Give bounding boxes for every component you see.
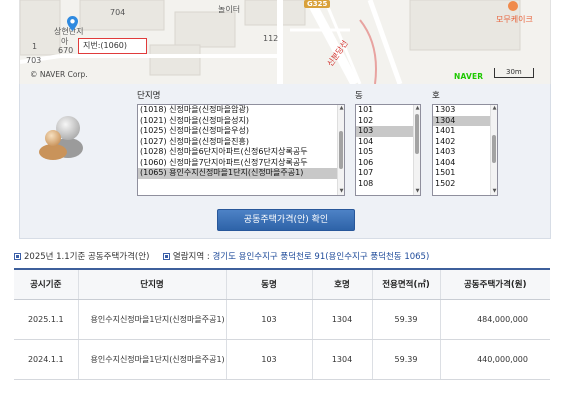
col-header-ho: 호명 — [311, 268, 372, 300]
cell-complex-name: 용인수지신정마을1단지(신정마을주공1) — [77, 299, 226, 340]
complex-select[interactable]: (1018) 신정마을(신정마을암광) (1021) 신정마을(신정마을성지) (1… — [137, 104, 345, 196]
dong-option[interactable]: 105 — [356, 147, 420, 158]
cell-price: 440,000,000 — [439, 339, 550, 380]
cell-price: 484,000,000 — [439, 299, 550, 340]
cell-ho: 1304 — [311, 299, 372, 340]
map-label: 704 — [110, 8, 126, 17]
region-label: 열람지역 : — [172, 252, 210, 262]
complex-option[interactable]: (1060) 신정마을7단지아파트(신정7단지상록공두 — [138, 158, 344, 169]
naver-logo: NAVER — [454, 72, 484, 81]
ho-option[interactable]: 1402 — [433, 137, 497, 148]
price-basis: 2025년 1.1기준 공동주택가격(안) — [24, 252, 150, 262]
dong-option[interactable]: 101 — [356, 105, 420, 116]
map-poi-label: 모무케이크 — [496, 15, 533, 24]
user-silhouette-icon — [39, 116, 83, 160]
cell-area: 59.39 — [371, 299, 440, 340]
ho-label: 호 — [432, 91, 440, 101]
ho-scrollbar[interactable]: ▲ ▼ — [490, 105, 497, 195]
ho-option[interactable]: 1304 — [433, 115, 497, 126]
scroll-down-icon[interactable]: ▼ — [414, 188, 420, 195]
scroll-thumb[interactable] — [492, 135, 496, 163]
col-header-area: 전용면적(㎡) — [371, 268, 440, 300]
cell-ho: 1304 — [311, 339, 372, 380]
square-bullet-icon — [162, 253, 170, 260]
cell-dong: 103 — [225, 299, 312, 340]
map-label: 112 — [263, 34, 279, 43]
cell-date: 2024.1.1 — [14, 339, 78, 380]
ho-option[interactable]: 1403 — [433, 147, 497, 158]
cell-dong: 103 — [225, 339, 312, 380]
complex-option[interactable]: (1025) 신정마을(신정마을우성) — [138, 126, 344, 137]
dong-option[interactable]: 107 — [356, 168, 420, 179]
square-bullet-icon — [14, 253, 21, 260]
scroll-up-icon[interactable]: ▲ — [414, 105, 420, 112]
dong-option[interactable]: 104 — [356, 137, 420, 148]
selection-panel: 단지명 동 호 (1018) 신정마을(신정마을암광) (1021) 신정마을(신… — [19, 84, 551, 239]
scroll-up-icon[interactable]: ▲ — [491, 105, 497, 112]
col-header-dong: 동명 — [225, 268, 312, 300]
ho-select[interactable]: 1303 1304 1401 1402 1403 1404 1501 1502 ▲ ▼ — [432, 104, 498, 196]
confirm-price-button[interactable]: 공동주택가격(안) 확인 — [217, 209, 355, 231]
ho-option[interactable]: 1401 — [433, 126, 497, 137]
cafe-icon — [508, 1, 518, 11]
dong-option[interactable]: 103 — [356, 126, 420, 137]
address-text: 경기도 용인수지구 풍덕천로 91(용인수지구 풍덕천동 1065) — [212, 252, 430, 262]
dong-label: 동 — [355, 91, 363, 101]
complex-option[interactable]: (1028) 신정마을6단지아파트(신정6단지상록공두 — [138, 147, 344, 158]
map-label: 703 — [26, 56, 42, 65]
ho-option[interactable]: 1303 — [433, 105, 497, 116]
parcel-tooltip: 지번:(1060) — [78, 38, 147, 54]
dong-select[interactable]: 101 102 103 104 105 106 107 108 ▲ ▼ — [355, 104, 421, 196]
dong-option[interactable]: 102 — [356, 116, 420, 127]
ho-option[interactable]: 1501 — [433, 168, 497, 179]
scroll-thumb[interactable] — [415, 114, 419, 154]
col-header-complex: 단지명 — [77, 268, 226, 300]
cell-date: 2025.1.1 — [14, 299, 78, 340]
complex-label: 단지명 — [137, 91, 161, 101]
complex-scrollbar[interactable]: ▲ ▼ — [337, 105, 344, 195]
table-row: 2024.1.1 용인수지신정마을1단지(신정마을주공1) 103 1304 5… — [14, 339, 550, 380]
dong-option[interactable]: 106 — [356, 158, 420, 169]
cell-area: 59.39 — [371, 339, 440, 380]
info-line: 2025년 1.1기준 공동주택가격(안) 열람지역 : 경기도 용인수지구 풍… — [14, 250, 429, 262]
ho-option[interactable]: 1404 — [433, 158, 497, 169]
map-copyright: © NAVER Corp. — [30, 70, 88, 79]
map-pin-icon[interactable] — [67, 16, 78, 31]
map-label: 670 — [58, 46, 74, 55]
complex-option[interactable]: (1065) 용인수지신정마을1단지(신정마을주공1) — [138, 168, 344, 179]
route-badge: G325 — [304, 0, 331, 8]
map-label: 1 — [32, 42, 38, 51]
table-header-row: 공시기준 단지명 동명 호명 전용면적(㎡) 공동주택가격(원) — [14, 268, 550, 300]
scroll-down-icon[interactable]: ▼ — [491, 188, 497, 195]
ho-option[interactable]: 1502 — [433, 179, 497, 190]
scroll-down-icon[interactable]: ▼ — [338, 188, 344, 195]
complex-option[interactable]: (1018) 신정마을(신정마을암광) — [138, 105, 344, 116]
cell-complex-name: 용인수지신정마을1단지(신정마을주공1) — [77, 339, 226, 380]
scale-label: 30m — [506, 68, 522, 76]
map-label: 놀이터 — [218, 5, 241, 14]
scroll-thumb[interactable] — [339, 131, 343, 169]
price-table: 공시기준 단지명 동명 호명 전용면적(㎡) 공동주택가격(원) 2025.1.… — [14, 268, 550, 380]
dong-scrollbar[interactable]: ▲ ▼ — [413, 105, 420, 195]
complex-option[interactable]: (1027) 신정마을(신정마을진흥) — [138, 137, 344, 148]
col-header-price: 공동주택가격(원) — [439, 268, 550, 300]
map-view[interactable]: 704 놀이터 112 703 상현단지 아 670 1 신분당선 G325 모… — [19, 0, 551, 84]
complex-option[interactable]: (1021) 신정마을(신정마을성지) — [138, 116, 344, 127]
table-row: 2025.1.1 용인수지신정마을1단지(신정마을주공1) 103 1304 5… — [14, 299, 550, 340]
dong-option[interactable]: 108 — [356, 179, 420, 190]
scroll-up-icon[interactable]: ▲ — [338, 105, 344, 112]
col-header-date: 공시기준 — [14, 268, 78, 300]
